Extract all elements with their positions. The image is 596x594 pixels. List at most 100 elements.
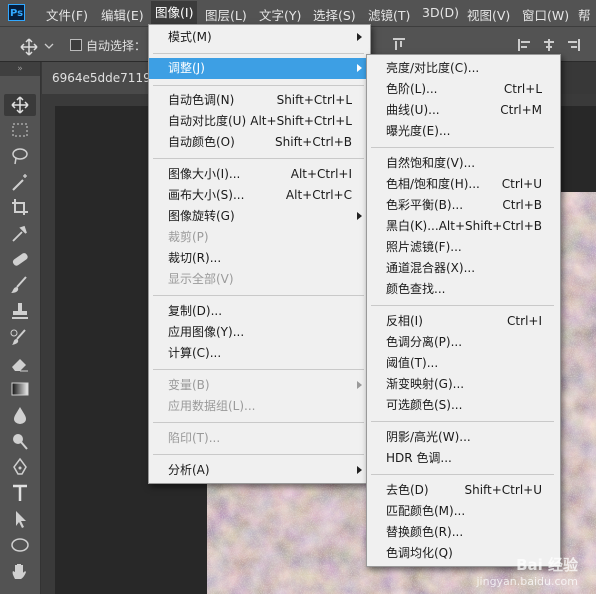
menu-item-mode[interactable]: 模式(M): [149, 27, 368, 48]
marquee-icon[interactable]: [8, 120, 32, 140]
panel-collapse-icon[interactable]: »: [0, 62, 40, 76]
menu-item-channel-mixer[interactable]: 通道混合器(X)...: [367, 258, 558, 279]
submenu-arrow-icon: [357, 212, 362, 220]
menu-item-auto-contrast[interactable]: 自动对比度(U) Alt+Shift+Ctrl+L: [149, 111, 368, 132]
type-icon[interactable]: [8, 483, 32, 503]
menu-item-hue-saturation[interactable]: 色相/饱和度(H)... Ctrl+U: [367, 174, 558, 195]
adjustments-submenu: 亮度/对比度(C)... 色阶(L)... Ctrl+L 曲线(U)... Ctrl…: [366, 54, 561, 567]
menu-item-match-color[interactable]: 匹配颜色(M)...: [367, 501, 558, 522]
clone-stamp-icon[interactable]: [8, 301, 32, 321]
menu-item-invert[interactable]: 反相(I) Ctrl+I: [367, 311, 558, 332]
menu-item-levels[interactable]: 色阶(L)... Ctrl+L: [367, 79, 558, 100]
menu-separator: [371, 305, 554, 306]
menu-item-analysis[interactable]: 分析(A): [149, 460, 368, 481]
crop-icon[interactable]: [8, 197, 32, 217]
menu-item-curves[interactable]: 曲线(U)... Ctrl+M: [367, 100, 558, 121]
menu-help[interactable]: 帮: [578, 5, 591, 24]
menu-item-exposure[interactable]: 曝光度(E)...: [367, 121, 558, 142]
baidu-watermark: Bai 经验 jingyan.baidu.com: [476, 554, 578, 588]
lasso-icon[interactable]: [8, 146, 32, 166]
move-tool-icon[interactable]: [20, 38, 38, 56]
auto-select-checkbox[interactable]: [70, 39, 82, 51]
chevron-down-icon[interactable]: [44, 42, 54, 50]
submenu-arrow-icon: [357, 33, 362, 41]
eyedropper-icon[interactable]: [8, 223, 32, 243]
menu-item-reveal-all: 显示全部(V): [168, 272, 234, 286]
align-left-icon[interactable]: [518, 38, 532, 52]
menu-separator: [371, 474, 554, 475]
document-tab[interactable]: 6964e5dde71190: [42, 62, 162, 94]
align-buttons: [378, 36, 596, 54]
menu-item-adjustments[interactable]: 调整(J): [149, 58, 368, 79]
menu-item-variables: 变量(B): [149, 375, 368, 396]
menu-separator: [153, 369, 364, 370]
submenu-arrow-icon: [357, 466, 362, 474]
menu-item-auto-color[interactable]: 自动颜色(O) Shift+Ctrl+B: [149, 132, 368, 153]
magic-wand-icon[interactable]: [8, 172, 32, 192]
align-right-icon[interactable]: [566, 38, 580, 52]
menu-filter[interactable]: 滤镜(T): [368, 5, 410, 24]
menu-item-shadows-highlights[interactable]: 阴影/高光(W)...: [367, 427, 558, 448]
menu-item-desaturate[interactable]: 去色(D) Shift+Ctrl+U: [367, 480, 558, 501]
menu-separator: [371, 147, 554, 148]
align-center-icon[interactable]: [542, 38, 556, 52]
menu-separator: [153, 85, 364, 86]
menu-item-apply-image[interactable]: 应用图像(Y)...: [149, 322, 368, 343]
menu-window[interactable]: 窗口(W): [522, 5, 569, 24]
menu-3d[interactable]: 3D(D): [422, 5, 459, 20]
menu-item-gradient-map[interactable]: 渐变映射(G)...: [367, 374, 558, 395]
menu-image[interactable]: 图像(I): [151, 1, 198, 25]
photoshop-logo: Ps: [8, 4, 25, 21]
menu-item-hdr-toning[interactable]: HDR 色调...: [367, 448, 558, 469]
pen-icon[interactable]: [8, 457, 32, 477]
menu-item-crop: 裁剪(P): [168, 230, 209, 244]
menu-item-replace-color[interactable]: 替换颜色(R)...: [367, 522, 558, 543]
submenu-arrow-icon: [357, 64, 362, 72]
dodge-icon[interactable]: [8, 431, 32, 451]
menu-item-calculations[interactable]: 计算(C)...: [149, 343, 368, 364]
brush-icon[interactable]: [8, 275, 32, 295]
menu-item-image-size[interactable]: 图像大小(I)... Alt+Ctrl+I: [149, 164, 368, 185]
menu-separator: [153, 454, 364, 455]
menu-item-auto-tone[interactable]: 自动色调(N) Shift+Ctrl+L: [149, 90, 368, 111]
menu-type[interactable]: 文字(Y): [259, 5, 301, 24]
menu-item-image-rotation[interactable]: 图像旋转(G): [149, 206, 368, 227]
menu-edit[interactable]: 编辑(E): [101, 5, 144, 24]
menu-separator: [153, 53, 364, 54]
blur-icon[interactable]: [8, 405, 32, 425]
menu-layer[interactable]: 图层(L): [205, 5, 247, 24]
hand-icon[interactable]: [8, 561, 32, 581]
menu-view[interactable]: 视图(V): [467, 5, 510, 24]
watermark-url: jingyan.baidu.com: [476, 575, 578, 588]
ellipse-icon[interactable]: [8, 535, 32, 555]
menu-separator: [153, 295, 364, 296]
watermark-brand: Bai 经验: [516, 556, 578, 574]
menu-item-color-lookup[interactable]: 颜色查找...: [367, 279, 558, 300]
align-top-icon[interactable]: [392, 38, 406, 52]
menu-select[interactable]: 选择(S): [313, 5, 356, 24]
gradient-icon[interactable]: [8, 379, 32, 399]
menu-separator: [371, 421, 554, 422]
menu-item-black-white[interactable]: 黑白(K)... Alt+Shift+Ctrl+B: [367, 216, 558, 237]
menu-item-apply-data-set: 应用数据组(L)...: [168, 399, 256, 413]
menu-item-trim[interactable]: 裁切(R)...: [149, 248, 368, 269]
menu-item-photo-filter[interactable]: 照片滤镜(F)...: [367, 237, 558, 258]
menu-item-threshold[interactable]: 阈值(T)...: [367, 353, 558, 374]
menu-item-duplicate[interactable]: 复制(D)...: [149, 301, 368, 322]
menu-file[interactable]: 文件(F): [46, 5, 88, 24]
submenu-arrow-icon: [357, 381, 362, 389]
healing-brush-icon[interactable]: [8, 249, 32, 269]
menu-item-brightness-contrast[interactable]: 亮度/对比度(C)...: [367, 58, 558, 79]
history-brush-icon[interactable]: [8, 327, 32, 347]
eraser-icon[interactable]: [8, 353, 32, 373]
auto-select-label: 自动选择：: [86, 39, 147, 53]
menu-item-color-balance[interactable]: 色彩平衡(B)... Ctrl+B: [367, 195, 558, 216]
menu-item-vibrance[interactable]: 自然饱和度(V)...: [367, 153, 558, 174]
menu-item-posterize[interactable]: 色调分离(P)...: [367, 332, 558, 353]
move-icon[interactable]: [8, 95, 32, 115]
menu-separator: [153, 158, 364, 159]
menu-separator: [153, 422, 364, 423]
menu-item-selective-color[interactable]: 可选颜色(S)...: [367, 395, 558, 416]
menu-item-canvas-size[interactable]: 画布大小(S)... Alt+Ctrl+C: [149, 185, 368, 206]
path-selection-icon[interactable]: [8, 509, 32, 529]
